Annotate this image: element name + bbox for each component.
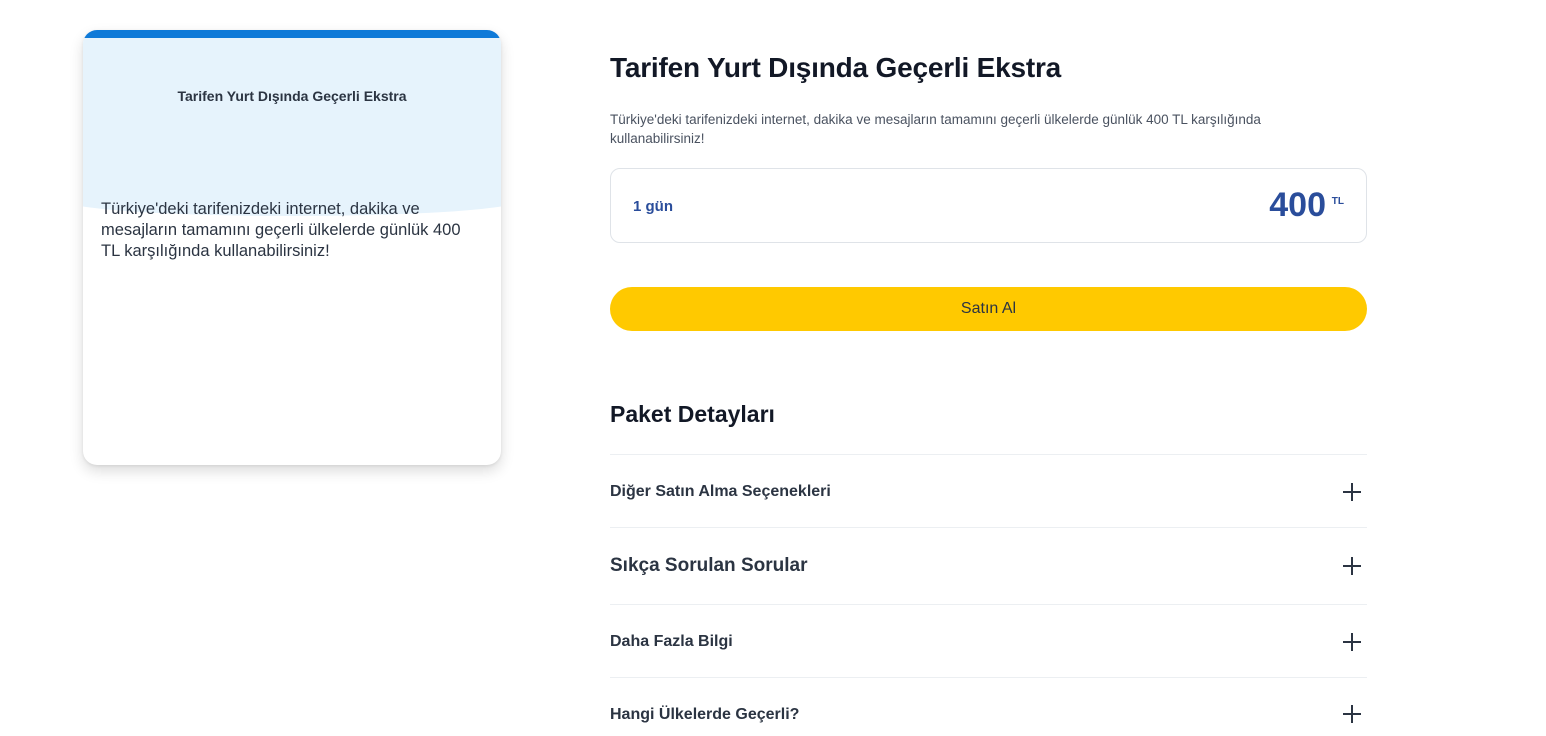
plus-icon[interactable] — [1343, 557, 1361, 575]
duration-option[interactable]: 1 gün 400 TL — [610, 168, 1367, 243]
package-card: Tarifen Yurt Dışında Geçerli Ekstra Türk… — [83, 30, 501, 465]
plus-icon[interactable] — [1343, 705, 1361, 723]
page-description: Türkiye'deki tarifenizdeki internet, dak… — [610, 112, 1261, 146]
option-currency: TL — [1331, 196, 1344, 207]
accordion-item-faq[interactable]: Sıkça Sorulan Sorular — [610, 527, 1367, 604]
plus-icon[interactable] — [1343, 483, 1361, 501]
accordion-label: Hangi Ülkelerde Geçerli? — [610, 706, 800, 723]
accordion-item-countries[interactable]: Hangi Ülkelerde Geçerli? — [610, 677, 1367, 736]
package-details-title: Paket Detayları — [610, 401, 775, 427]
accordion-label: Sıkça Sorulan Sorular — [610, 555, 808, 576]
plus-icon[interactable] — [1343, 633, 1361, 651]
option-duration: 1 gün — [633, 198, 673, 215]
details-accordion: Diğer Satın Alma Seçenekleri Sıkça Sorul… — [610, 454, 1367, 736]
page-title: Tarifen Yurt Dışında Geçerli Ekstra — [610, 52, 1062, 83]
card-description: Türkiye'deki tarifenizdeki internet, dak… — [101, 200, 461, 260]
option-price: 400 — [1269, 186, 1326, 224]
accordion-item-purchase-options[interactable]: Diğer Satın Alma Seçenekleri — [610, 454, 1367, 527]
accordion-item-more-info[interactable]: Daha Fazla Bilgi — [610, 604, 1367, 677]
card-header-title: Tarifen Yurt Dışında Geçerli Ekstra — [177, 88, 407, 104]
card-header — [83, 36, 501, 216]
accordion-label: Daha Fazla Bilgi — [610, 633, 733, 650]
buy-button[interactable]: Satın Al — [610, 287, 1367, 331]
card-accent-bar — [83, 30, 501, 38]
accordion-label: Diğer Satın Alma Seçenekleri — [610, 483, 831, 500]
